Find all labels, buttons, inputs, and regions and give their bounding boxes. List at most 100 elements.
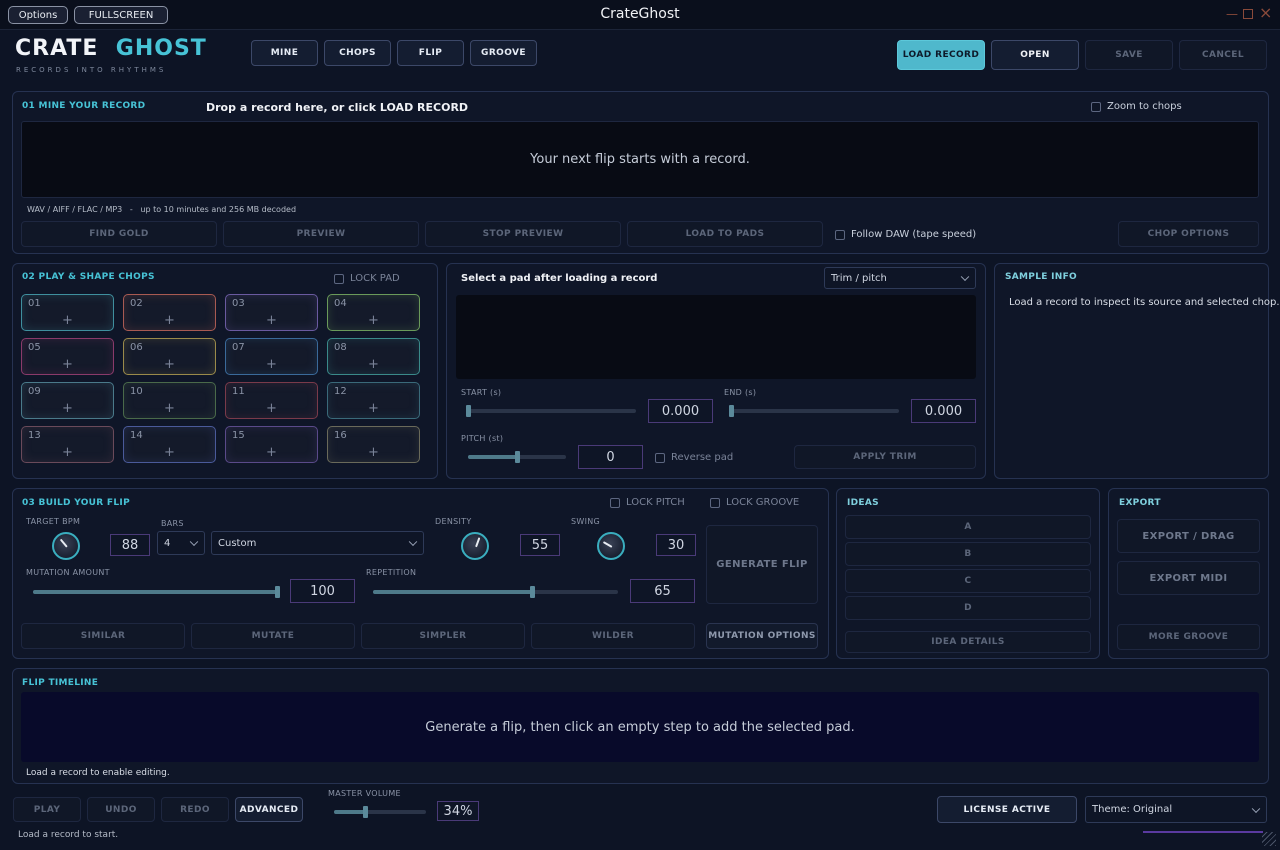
load-to-pads-button[interactable]: LOAD TO PADS <box>627 221 823 247</box>
pad-06[interactable]: 06 + <box>123 338 216 375</box>
chevron-down-icon <box>1251 804 1261 813</box>
export-drag-button[interactable]: EXPORT / DRAG <box>1117 519 1260 553</box>
open-button[interactable]: OPEN <box>991 40 1079 70</box>
license-active-button[interactable]: LICENSE ACTIVE <box>937 796 1077 823</box>
tab-mine[interactable]: MINE <box>251 40 318 66</box>
close-icon[interactable]: × <box>1259 3 1272 22</box>
bars-label: BARS <box>161 519 184 528</box>
similar-button[interactable]: SIMILAR <box>21 623 185 649</box>
density-value[interactable]: 55 <box>520 534 560 556</box>
master-volume-slider[interactable] <box>334 806 426 818</box>
fullscreen-button[interactable]: FULLSCREEN <box>74 6 168 24</box>
swing-knob[interactable] <box>597 532 625 560</box>
edit-mode-select[interactable]: Trim / pitch <box>824 267 976 289</box>
undo-button[interactable]: UNDO <box>87 797 155 822</box>
stop-preview-button[interactable]: STOP PREVIEW <box>425 221 621 247</box>
pad-16[interactable]: 16 + <box>327 426 420 463</box>
options-button[interactable]: Options <box>8 6 68 24</box>
more-groove-button[interactable]: MORE GROOVE <box>1117 624 1260 650</box>
lock-pitch-checkbox[interactable]: LOCK PITCH <box>610 497 685 508</box>
tab-chops[interactable]: CHOPS <box>324 40 391 66</box>
bars-select[interactable]: 4 <box>157 531 205 555</box>
export-midi-button[interactable]: EXPORT MIDI <box>1117 561 1260 595</box>
simpler-button[interactable]: SIMPLER <box>361 623 525 649</box>
bpm-value[interactable]: 88 <box>110 534 150 556</box>
timeline-area[interactable]: Generate a flip, then click an empty ste… <box>21 692 1259 762</box>
pad-11[interactable]: 11 + <box>225 382 318 419</box>
lock-groove-checkbox[interactable]: LOCK GROOVE <box>710 497 799 508</box>
pad-01[interactable]: 01 + <box>21 294 114 331</box>
minimize-icon[interactable]: — <box>1226 7 1238 21</box>
waveform-placeholder: Your next flip starts with a record. <box>530 152 750 167</box>
apply-trim-button[interactable]: APPLY TRIM <box>794 445 976 469</box>
tab-groove[interactable]: GROOVE <box>470 40 537 66</box>
pad-14[interactable]: 14 + <box>123 426 216 463</box>
repetition-slider[interactable] <box>373 586 618 598</box>
load-record-button[interactable]: LOAD RECORD <box>897 40 985 70</box>
plus-icon: + <box>164 357 175 372</box>
swing-value[interactable]: 30 <box>656 534 696 556</box>
idea-a-button[interactable]: A <box>845 515 1091 539</box>
chop-waveform[interactable] <box>456 295 976 379</box>
slider-thumb[interactable] <box>515 451 520 463</box>
maximize-icon[interactable] <box>1243 9 1253 19</box>
pad-07[interactable]: 07 + <box>225 338 318 375</box>
find-gold-button[interactable]: FIND GOLD <box>21 221 217 247</box>
slider-thumb[interactable] <box>729 405 734 417</box>
knob-pointer <box>59 538 68 548</box>
pad-10[interactable]: 10 + <box>123 382 216 419</box>
pad-05[interactable]: 05 + <box>21 338 114 375</box>
generate-flip-button[interactable]: GENERATE FLIP <box>706 525 818 604</box>
pitch-value[interactable]: 0 <box>578 445 643 469</box>
master-volume-value[interactable]: 34% <box>437 801 479 821</box>
preset-select[interactable]: Custom <box>211 531 424 555</box>
slider-thumb[interactable] <box>466 405 471 417</box>
lock-pad-checkbox[interactable]: LOCK PAD <box>334 273 400 284</box>
pitch-slider[interactable] <box>468 451 566 463</box>
idea-b-button[interactable]: B <box>845 542 1091 566</box>
pad-15[interactable]: 15 + <box>225 426 318 463</box>
bpm-knob[interactable] <box>52 532 80 560</box>
theme-select[interactable]: Theme: Original <box>1085 796 1267 823</box>
target-bpm-label: TARGET BPM <box>26 517 81 526</box>
resize-grip-icon[interactable] <box>1262 832 1276 846</box>
pad-04[interactable]: 04 + <box>327 294 420 331</box>
redo-button[interactable]: REDO <box>161 797 229 822</box>
pad-12[interactable]: 12 + <box>327 382 420 419</box>
tab-flip[interactable]: FLIP <box>397 40 464 66</box>
waveform-area[interactable]: Your next flip starts with a record. <box>21 121 1259 198</box>
start-value[interactable]: 0.000 <box>648 399 713 423</box>
reverse-pad-checkbox[interactable]: Reverse pad <box>655 452 733 463</box>
mutation-slider[interactable] <box>33 586 280 598</box>
pad-09[interactable]: 09 + <box>21 382 114 419</box>
pad-03[interactable]: 03 + <box>225 294 318 331</box>
mutation-options-button[interactable]: MUTATION OPTIONS <box>706 623 818 649</box>
pad-number: 16 <box>334 430 347 441</box>
mutation-value[interactable]: 100 <box>290 579 355 603</box>
pad-number: 08 <box>334 342 347 353</box>
mutate-button[interactable]: MUTATE <box>191 623 355 649</box>
idea-d-button[interactable]: D <box>845 596 1091 620</box>
follow-daw-checkbox[interactable]: Follow DAW (tape speed) <box>835 229 976 240</box>
end-value[interactable]: 0.000 <box>911 399 976 423</box>
density-knob[interactable] <box>461 532 489 560</box>
chop-options-button[interactable]: CHOP OPTIONS <box>1118 221 1259 247</box>
pad-08[interactable]: 08 + <box>327 338 420 375</box>
idea-c-button[interactable]: C <box>845 569 1091 593</box>
cancel-button[interactable]: CANCEL <box>1179 40 1267 70</box>
slider-thumb[interactable] <box>363 806 369 818</box>
save-button[interactable]: SAVE <box>1085 40 1173 70</box>
start-slider[interactable] <box>466 405 636 417</box>
slider-thumb[interactable] <box>275 586 280 598</box>
pad-02[interactable]: 02 + <box>123 294 216 331</box>
slider-thumb[interactable] <box>530 586 536 598</box>
repetition-value[interactable]: 65 <box>630 579 695 603</box>
preview-button[interactable]: PREVIEW <box>223 221 419 247</box>
pad-13[interactable]: 13 + <box>21 426 114 463</box>
zoom-to-chops-checkbox[interactable]: Zoom to chops <box>1091 101 1182 112</box>
wilder-button[interactable]: WILDER <box>531 623 695 649</box>
advanced-button[interactable]: ADVANCED <box>235 797 303 822</box>
play-button[interactable]: PLAY <box>13 797 81 822</box>
idea-details-button[interactable]: IDEA DETAILS <box>845 631 1091 653</box>
end-slider[interactable] <box>729 405 899 417</box>
